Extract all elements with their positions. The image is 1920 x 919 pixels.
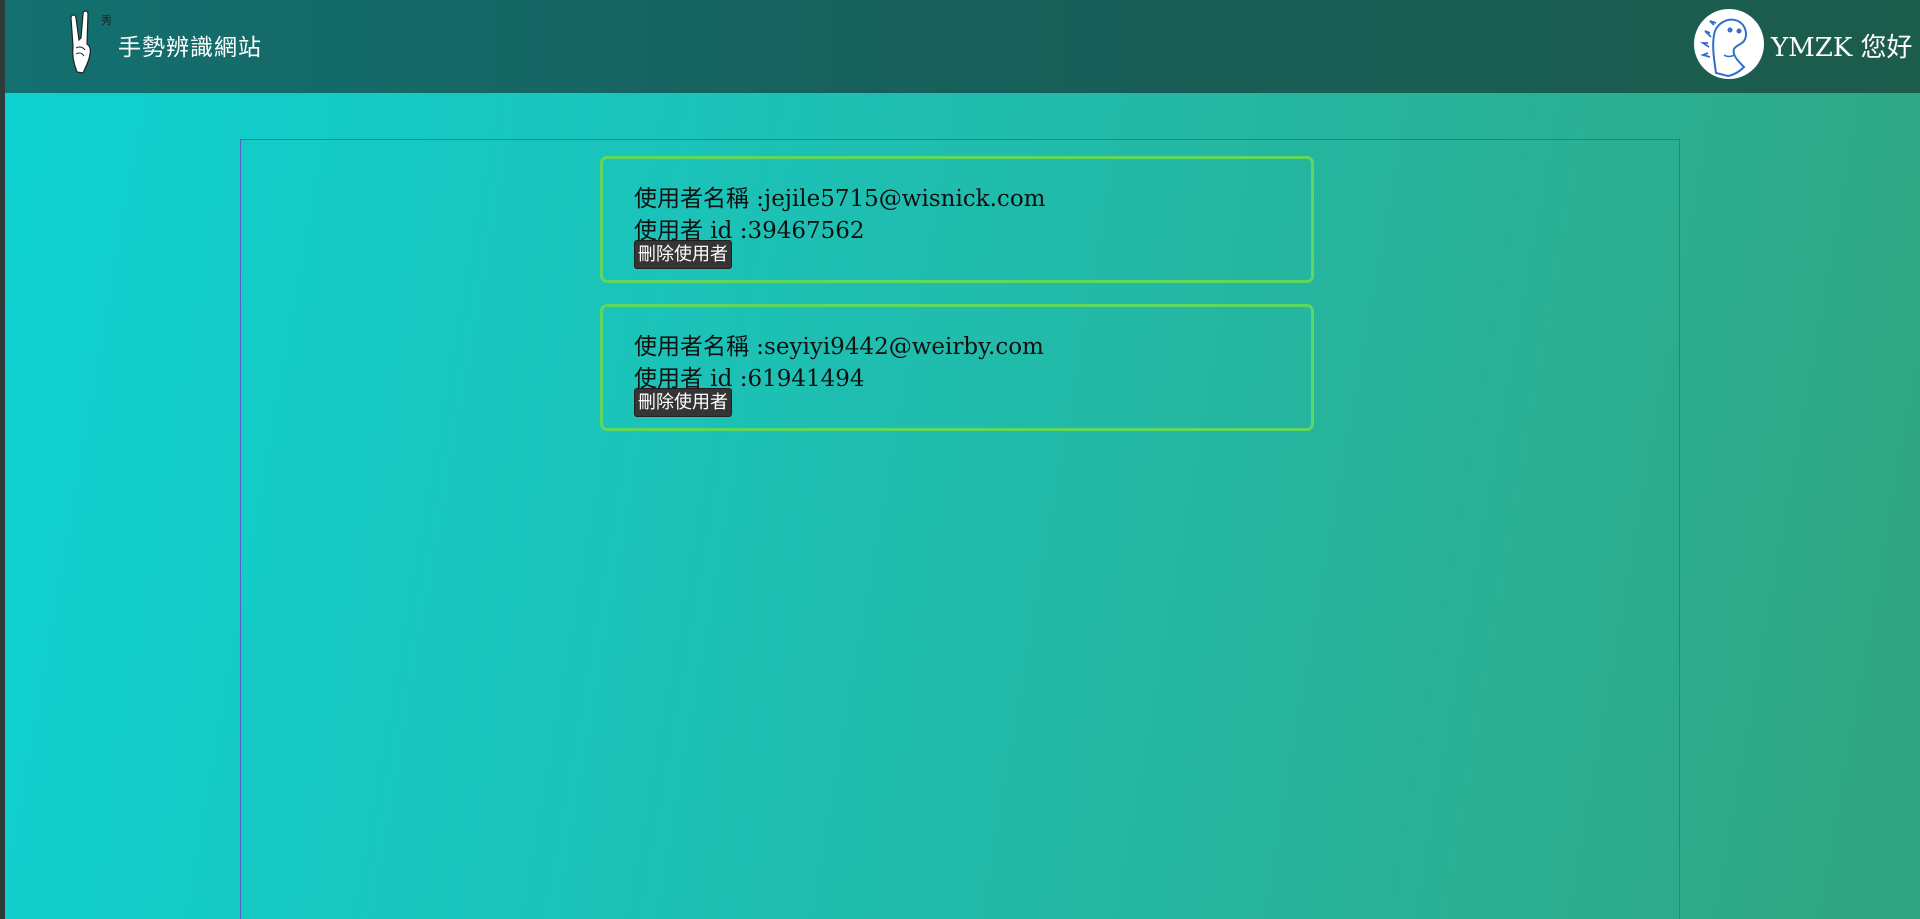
- delete-user-button[interactable]: 刪除使用者: [634, 388, 732, 417]
- site-title[interactable]: 手勢辨識網站: [118, 28, 262, 62]
- dinosaur-avatar-icon[interactable]: [1694, 9, 1764, 79]
- user-card: 使用者名稱 :seyiyi9442@weirby.com 使用者 id :619…: [600, 304, 1314, 431]
- user-greeting[interactable]: YMZK 您好: [1771, 27, 1913, 64]
- delete-user-button[interactable]: 刪除使用者: [634, 240, 732, 269]
- svg-text:秀: 秀: [101, 14, 112, 27]
- user-name-label: 使用者名稱 :seyiyi9442@weirby.com: [634, 334, 1044, 360]
- top-navbar: 秀 手勢辨識網站 YMZK 您好: [5, 0, 1920, 93]
- user-card: 使用者名稱 :jejile5715@wisnick.com 使用者 id :39…: [600, 156, 1314, 283]
- app-root: 秀 手勢辨識網站 YMZK 您好 使用者名稱 :jejile5715@wisni…: [5, 0, 1920, 919]
- rock-hand-icon[interactable]: 秀: [63, 10, 115, 78]
- user-name-label: 使用者名稱 :jejile5715@wisnick.com: [634, 186, 1046, 212]
